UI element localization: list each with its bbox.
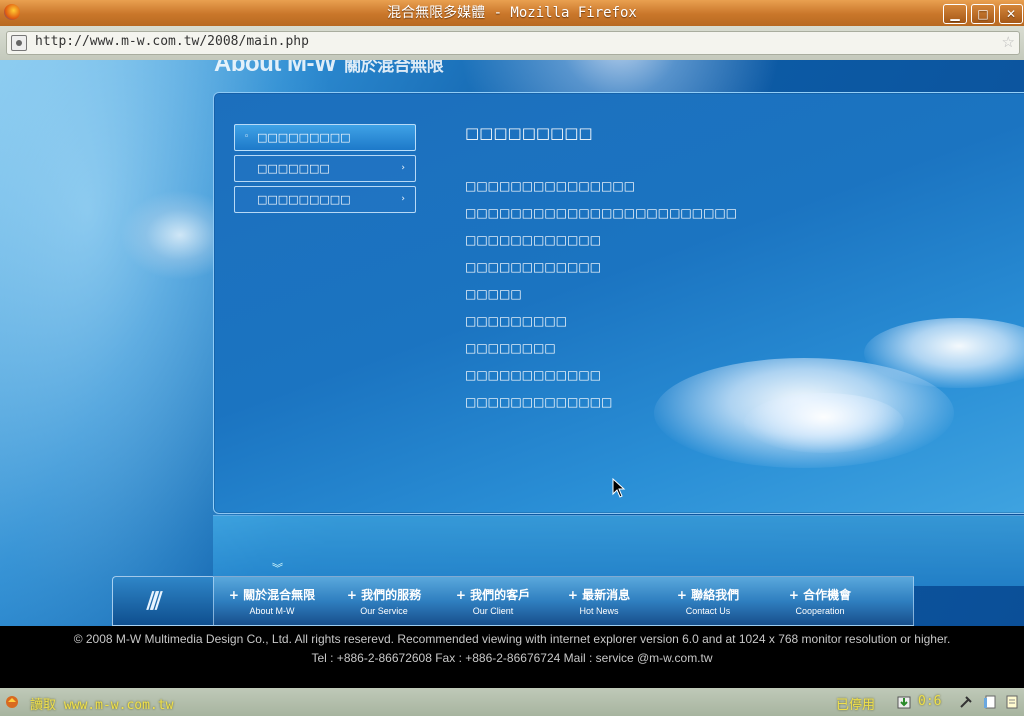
nav-contact[interactable]: + 聯絡我們 Contact Us (654, 577, 762, 625)
mw-logo[interactable]: ⫽⫽ (112, 576, 214, 626)
article-line: □□□□□ (465, 287, 522, 301)
article-line: □□□□□□□□□□□□ (465, 260, 602, 274)
nav-label-en: Our Service (360, 606, 408, 616)
navigation-toolbar: http://www.m-w.com.tw/2008/main.php ☆ (0, 26, 1024, 60)
status-bar: 讀取 www.m-w.com.tw 已停用 0:6 (0, 688, 1024, 716)
nav-label-en: Contact Us (685, 606, 731, 616)
nav-service[interactable]: + 我們的服務 Our Service (330, 577, 438, 625)
bottom-navigation: ⫽⫽ + 關於混合無限 About M-W + 我們的服務 Our Servic… (112, 576, 914, 626)
submenu-item-label: □□□□□□□□□ (257, 193, 351, 206)
main-menu: + 關於混合無限 About M-W + 我們的服務 Our Service +… (213, 576, 914, 626)
nav-cooperation[interactable]: + 合作機會 Cooperation (766, 577, 874, 625)
maximize-button[interactable]: □ (971, 4, 995, 24)
loading-icon (6, 696, 18, 708)
nav-label-zh: + 我們的客戶 (455, 588, 531, 602)
article-line: □□□□□□□□□ (465, 314, 568, 328)
chevron-right-icon: › (401, 194, 405, 204)
submenu-item-3[interactable]: □□□□□□□□□ › (234, 186, 416, 213)
status-text: 讀取 www.m-w.com.tw (30, 698, 174, 713)
contact-text: Tel : +886-2-86672608 Fax : +886-2-86676… (311, 651, 713, 665)
window-title: 混合無限多媒體 - Mozilla Firefox (387, 5, 637, 21)
nav-label-zh: + 合作機會 (788, 588, 852, 602)
nav-label-en: Our Client (472, 606, 514, 616)
nav-client[interactable]: + 我們的客戶 Our Client (439, 577, 547, 625)
status-disabled-label: 已停用 (836, 698, 876, 713)
minimize-button[interactable]: ▁ (943, 4, 967, 24)
web-page: About M-W 關於混合無限 ◦ □□□□□□□□□ □□□□□□□ › □□… (0, 60, 1024, 626)
article-lines: □□□□□□□□□□□□□□□ □□□□□□□□□□□□□□□□□□□□□□□□… (465, 178, 1005, 421)
copyright-text: © 2008 M-W Multimedia Design Co., Ltd. A… (73, 632, 951, 646)
article-line: □□□□□□□□ (465, 341, 556, 355)
page-header-title: About M-W 關於混合無限 (214, 60, 444, 78)
addon-icon[interactable] (958, 694, 974, 710)
close-button[interactable]: ✕ (999, 4, 1023, 24)
url-bar[interactable]: http://www.m-w.com.tw/2008/main.php ☆ (6, 31, 1020, 55)
nav-label-en: Hot News (579, 606, 619, 616)
bookmark-star-icon[interactable]: ☆ (1002, 33, 1015, 51)
submenu-item-1[interactable]: ◦ □□□□□□□□□ (234, 124, 416, 151)
article-line: □□□□□□□□□□□□□ (465, 395, 613, 409)
submenu-item-label: □□□□□□□ (257, 162, 330, 175)
background-mountain (120, 190, 220, 280)
nav-label-zh: + 聯絡我們 (676, 588, 740, 602)
article-content: □□□□□□□□□ □□□□□□□□□□□□□□□ □□□□□□□□□□□□□□… (465, 124, 1005, 421)
logo-icon: ⫽⫽ (147, 587, 163, 615)
nav-about[interactable]: + 關於混合無限 About M-W (218, 577, 326, 625)
nav-news[interactable]: + 最新消息 Hot News (545, 577, 653, 625)
submenu-item-2[interactable]: □□□□□□□ › (234, 155, 416, 182)
chevron-right-icon: › (401, 163, 405, 173)
nav-label-en: Cooperation (795, 606, 845, 616)
header-title-zh: 關於混合無限 (344, 60, 444, 75)
site-identity-icon[interactable] (11, 35, 27, 51)
notes-icon[interactable] (1004, 694, 1020, 710)
firefox-icon (4, 4, 20, 20)
window-titlebar: 混合無限多媒體 - Mozilla Firefox ▁ □ ✕ (0, 0, 1024, 26)
scroll-down-icon[interactable]: ︾ (272, 560, 283, 576)
nav-label-en: About M-W (249, 606, 295, 616)
submenu-item-label: □□□□□□□□□ (257, 131, 351, 144)
status-counter: 0:6 (918, 694, 942, 709)
url-text[interactable]: http://www.m-w.com.tw/2008/main.php (35, 34, 309, 49)
download-icon[interactable] (896, 694, 912, 710)
article-line: □□□□□□□□□□□□ (465, 368, 602, 382)
article-line: □□□□□□□□□□□□□□□□□□□□□□□□ (465, 206, 738, 220)
nav-label-zh: + 最新消息 (567, 588, 631, 602)
header-title-en: About M-W (214, 60, 337, 77)
submenu: ◦ □□□□□□□□□ □□□□□□□ › □□□□□□□□□ › (234, 124, 416, 217)
page-info-icon[interactable] (982, 694, 998, 710)
page-footer: © 2008 M-W Multimedia Design Co., Ltd. A… (0, 626, 1024, 688)
article-line: □□□□□□□□□□□□ (465, 233, 602, 247)
bullet-icon: ◦ (244, 132, 250, 142)
nav-label-zh: + 我們的服務 (346, 588, 422, 602)
nav-label-zh: + 關於混合無限 (228, 588, 316, 602)
mouse-cursor-icon (612, 478, 626, 498)
article-line: □□□□□□□□□□□□□□□ (465, 179, 636, 193)
article-heading: □□□□□□□□□ (465, 124, 593, 142)
